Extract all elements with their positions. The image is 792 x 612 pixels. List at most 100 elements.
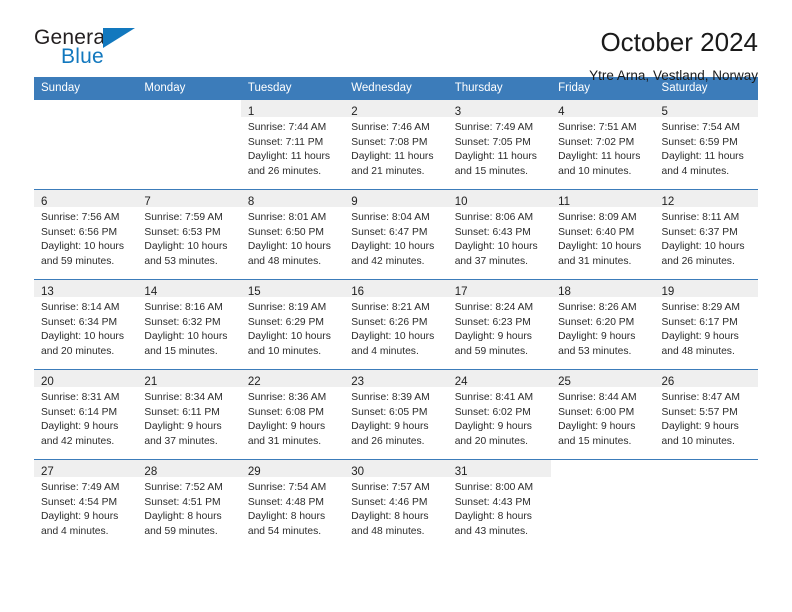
day-cell-8[interactable]: 8 Sunrise: 8:01 AM Sunset: 6:50 PM Daylight…: [240, 190, 345, 279]
day-cell-4[interactable]: 4 Sunrise: 7:51 AM Sunset: 7:02 PM Daylight…: [551, 100, 655, 189]
day-detail-line: Sunset: 6:11 PM: [144, 406, 220, 418]
day-cell-27[interactable]: 27 Sunrise: 7:49 AM Sunset: 4:54 PM Dayligh…: [34, 460, 138, 549]
day-details: Sunrise: 8:14 AM Sunset: 6:34 PM Daylight:…: [34, 297, 137, 359]
day-details: Sunrise: 7:44 AM Sunset: 7:11 PM Daylight:…: [241, 117, 344, 179]
day-details: Sunrise: 8:06 AM Sunset: 6:43 PM Daylight:…: [448, 207, 551, 269]
day-detail-line: and 26 minutes.: [661, 255, 735, 267]
day-cell-28[interactable]: 28 Sunrise: 7:52 AM Sunset: 4:51 PM Dayligh…: [137, 460, 241, 549]
day-number-band: 31: [447, 460, 552, 478]
weekday-header-friday: Friday: [558, 82, 591, 94]
day-detail-line: Daylight: 10 hours: [41, 331, 124, 343]
day-cell-20[interactable]: 20 Sunrise: 8:31 AM Sunset: 6:14 PM Dayligh…: [34, 370, 138, 459]
day-cell-21[interactable]: 21 Sunrise: 8:34 AM Sunset: 6:11 PM Dayligh…: [137, 370, 241, 459]
day-detail-line: Sunset: 4:54 PM: [41, 496, 118, 508]
day-details: Sunrise: 8:31 AM Sunset: 6:14 PM Daylight:…: [34, 387, 137, 449]
general-blue-logo[interactable]: General Blue: [34, 26, 224, 74]
day-detail-line: Sunset: 6:29 PM: [247, 316, 324, 328]
day-details: Sunrise: 8:16 AM Sunset: 6:32 PM Daylight:…: [137, 297, 240, 359]
day-number-band: 8: [240, 190, 345, 208]
day-cell-19[interactable]: 19 Sunrise: 8:29 AM Sunset: 6:17 PM Dayligh…: [654, 280, 758, 369]
day-details: [655, 477, 758, 481]
day-cell-22[interactable]: 22 Sunrise: 8:36 AM Sunset: 6:08 PM Dayligh…: [240, 370, 345, 459]
calendar-week-row: 1 Sunrise: 7:44 AM Sunset: 7:11 PM Daylight…: [34, 100, 758, 189]
day-detail-line: Sunrise: 8:16 AM: [144, 302, 223, 313]
day-cell-14[interactable]: 14 Sunrise: 8:16 AM Sunset: 6:32 PM Dayligh…: [137, 280, 241, 369]
day-cell-16[interactable]: 16 Sunrise: 8:21 AM Sunset: 6:26 PM Dayligh…: [344, 280, 448, 369]
day-cell-25[interactable]: 25 Sunrise: 8:44 AM Sunset: 6:00 PM Dayligh…: [551, 370, 655, 459]
day-number-band: 3: [447, 100, 552, 118]
day-detail-line: Sunrise: 8:21 AM: [351, 302, 430, 313]
day-detail-line: Sunrise: 7:56 AM: [41, 212, 120, 223]
day-cell-17[interactable]: 17 Sunrise: 8:24 AM Sunset: 6:23 PM Dayligh…: [447, 280, 552, 369]
day-cell-24[interactable]: 24 Sunrise: 8:41 AM Sunset: 6:02 PM Dayligh…: [447, 370, 552, 459]
day-cell-2[interactable]: 2 Sunrise: 7:46 AM Sunset: 7:08 PM Daylight…: [344, 100, 448, 189]
day-number: 10: [454, 196, 468, 208]
day-details: Sunrise: 8:04 AM Sunset: 6:47 PM Daylight:…: [344, 207, 447, 269]
day-detail-line: Daylight: 11 hours: [558, 151, 641, 163]
day-cell-11[interactable]: 11 Sunrise: 8:09 AM Sunset: 6:40 PM Dayligh…: [551, 190, 655, 279]
day-number-band: 25: [551, 370, 655, 388]
day-details: [551, 477, 654, 481]
day-number: 5: [661, 106, 668, 118]
day-detail-line: Daylight: 10 hours: [351, 331, 435, 343]
day-detail-line: Sunrise: 7:54 AM: [661, 122, 740, 133]
day-cell-3[interactable]: 3 Sunrise: 7:49 AM Sunset: 7:05 PM Daylight…: [447, 100, 552, 189]
day-detail-line: Sunrise: 8:14 AM: [41, 302, 120, 313]
day-detail-line: Sunrise: 8:19 AM: [247, 302, 327, 313]
day-detail-line: Sunset: 6:05 PM: [351, 406, 428, 418]
day-details: Sunrise: 7:59 AM Sunset: 6:53 PM Daylight:…: [137, 207, 240, 269]
day-detail-line: Sunrise: 7:59 AM: [144, 212, 223, 223]
day-detail-line: Daylight: 9 hours: [351, 421, 429, 433]
day-detail-line: and 20 minutes.: [454, 435, 528, 447]
day-detail-line: and 31 minutes.: [247, 435, 322, 447]
day-number: 2: [351, 106, 358, 118]
calendar-week-row: 27 Sunrise: 7:49 AM Sunset: 4:54 PM Dayligh…: [34, 459, 758, 549]
day-cell-23[interactable]: 23 Sunrise: 8:39 AM Sunset: 6:05 PM Dayligh…: [344, 370, 448, 459]
day-cell-12[interactable]: 12 Sunrise: 8:11 AM Sunset: 6:37 PM Dayligh…: [654, 190, 758, 279]
day-cell-29[interactable]: 29 Sunrise: 7:54 AM Sunset: 4:48 PM Dayligh…: [240, 460, 345, 549]
day-detail-line: Sunrise: 8:41 AM: [454, 392, 534, 403]
day-detail-line: Sunrise: 8:36 AM: [247, 392, 327, 403]
day-cell-26[interactable]: 26 Sunrise: 8:47 AM Sunset: 5:57 PM Dayligh…: [654, 370, 758, 459]
day-details: Sunrise: 7:52 AM Sunset: 4:51 PM Daylight:…: [137, 477, 240, 539]
day-cell-9[interactable]: 9 Sunrise: 8:04 AM Sunset: 6:47 PM Daylight…: [344, 190, 448, 279]
day-details: Sunrise: 8:39 AM Sunset: 6:05 PM Daylight:…: [344, 387, 447, 449]
day-details: Sunrise: 8:24 AM Sunset: 6:23 PM Daylight:…: [448, 297, 551, 359]
day-detail-line: and 48 minutes.: [247, 255, 322, 267]
day-detail-line: Sunset: 7:08 PM: [351, 136, 428, 148]
day-detail-line: Sunrise: 7:46 AM: [351, 122, 430, 133]
day-cell-31[interactable]: 31 Sunrise: 8:00 AM Sunset: 4:43 PM Dayligh…: [447, 460, 552, 549]
day-cell-7[interactable]: 7 Sunrise: 7:59 AM Sunset: 6:53 PM Daylight…: [137, 190, 241, 279]
day-number-band: 7: [137, 190, 241, 208]
day-detail-line: Sunrise: 8:00 AM: [454, 482, 534, 493]
day-cell-10[interactable]: 10 Sunrise: 8:06 AM Sunset: 6:43 PM Dayligh…: [447, 190, 552, 279]
day-detail-line: Sunrise: 8:01 AM: [247, 212, 327, 223]
day-detail-line: Sunset: 4:51 PM: [144, 496, 221, 508]
day-detail-line: Daylight: 10 hours: [144, 331, 228, 343]
day-details: Sunrise: 7:54 AM Sunset: 6:59 PM Daylight:…: [655, 117, 758, 179]
day-detail-line: Daylight: 9 hours: [558, 421, 636, 433]
day-cell-5[interactable]: 5 Sunrise: 7:54 AM Sunset: 6:59 PM Daylight…: [654, 100, 758, 189]
day-detail-line: Daylight: 10 hours: [351, 241, 435, 253]
day-number: 20: [41, 376, 54, 388]
day-cell-6[interactable]: 6 Sunrise: 7:56 AM Sunset: 6:56 PM Daylight…: [34, 190, 138, 279]
day-detail-line: Daylight: 11 hours: [351, 151, 434, 163]
day-details: Sunrise: 8:26 AM Sunset: 6:20 PM Daylight:…: [551, 297, 654, 359]
day-cell-18[interactable]: 18 Sunrise: 8:26 AM Sunset: 6:20 PM Dayligh…: [551, 280, 655, 369]
day-detail-line: Sunset: 4:48 PM: [247, 496, 324, 508]
day-cell-30[interactable]: 30 Sunrise: 7:57 AM Sunset: 4:46 PM Dayligh…: [344, 460, 448, 549]
day-number-band: 24: [447, 370, 552, 388]
day-number-band: 14: [137, 280, 241, 298]
day-detail-line: Sunrise: 8:09 AM: [558, 212, 637, 223]
day-cell-1[interactable]: 1 Sunrise: 7:44 AM Sunset: 7:11 PM Daylight…: [240, 100, 345, 189]
day-detail-line: and 10 minutes.: [661, 435, 735, 447]
day-detail-line: Sunset: 6:47 PM: [351, 226, 428, 238]
day-number: 1: [247, 106, 255, 118]
day-detail-line: Sunset: 6:08 PM: [247, 406, 324, 418]
day-detail-line: Sunrise: 8:26 AM: [558, 302, 637, 313]
day-detail-line: and 37 minutes.: [454, 255, 528, 267]
day-cell-13[interactable]: 13 Sunrise: 8:14 AM Sunset: 6:34 PM Dayligh…: [34, 280, 138, 369]
day-cell-15[interactable]: 15 Sunrise: 8:19 AM Sunset: 6:29 PM Dayligh…: [240, 280, 345, 369]
day-number: 24: [454, 376, 468, 388]
day-number-band: 13: [34, 280, 138, 298]
